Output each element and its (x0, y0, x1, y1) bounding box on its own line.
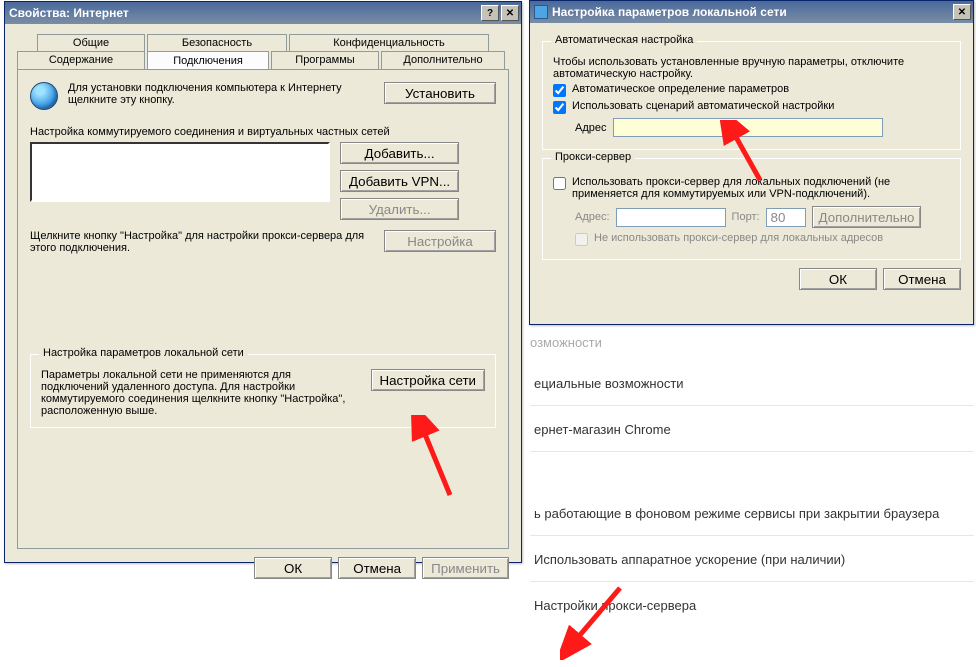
titlebar: Настройка параметров локальной сети ✕ (530, 1, 973, 23)
autoscript-input[interactable] (553, 101, 566, 114)
lan-text: Параметры локальной сети не применяются … (41, 369, 361, 417)
lan-groupbox: Настройка параметров локальной сети Пара… (30, 354, 496, 428)
window-icon (534, 5, 548, 19)
chrome-settings-background: озможности ециальные возможности ернет-м… (530, 335, 974, 627)
tab-content[interactable]: Содержание (17, 51, 145, 69)
tab-general[interactable]: Общие (37, 34, 145, 51)
autodetect-input[interactable] (553, 84, 566, 97)
ok-button[interactable]: ОК (254, 557, 332, 579)
add-button[interactable]: Добавить... (340, 142, 459, 164)
setup-text: Для установки подключения компьютера к И… (68, 82, 374, 106)
add-vpn-button[interactable]: Добавить VPN... (340, 170, 459, 192)
tab-advanced[interactable]: Дополнительно (381, 51, 505, 69)
chrome-row[interactable]: ернет-магазин Chrome (530, 406, 974, 452)
lan-settings-window: Настройка параметров локальной сети ✕ Ав… (529, 0, 974, 325)
globe-icon (30, 82, 58, 110)
tab-connections[interactable]: Подключения (147, 51, 269, 69)
dial-settings-button: Настройка (384, 230, 496, 252)
install-button[interactable]: Установить (384, 82, 496, 104)
chrome-row[interactable]: Использовать аппаратное ускорение (при н… (530, 536, 974, 582)
autodetect-checkbox[interactable]: Автоматическое определение параметров (553, 83, 950, 97)
auto-config-title: Автоматическая настройка (551, 34, 697, 46)
use-proxy-checkbox[interactable]: Использовать прокси-сервер для локальных… (553, 176, 950, 200)
dialup-vpn-label: Настройка коммутируемого соединения и ви… (30, 126, 496, 138)
address-label: Адрес (575, 122, 607, 134)
autoscript-address-input[interactable] (613, 118, 883, 137)
proxy-address-input (616, 208, 726, 227)
close-button[interactable]: ✕ (501, 5, 519, 21)
chrome-row[interactable]: ециальные возможности (530, 360, 974, 406)
ok-button[interactable]: ОК (799, 268, 877, 290)
close-button[interactable]: ✕ (953, 4, 971, 20)
cancel-button[interactable]: Отмена (883, 268, 961, 290)
auto-config-group: Автоматическая настройка Чтобы использов… (542, 41, 961, 150)
help-button[interactable]: ? (481, 5, 499, 21)
proxy-advanced-button: Дополнительно (812, 206, 922, 228)
window-title: Свойства: Интернет (9, 6, 129, 20)
proxy-group: Прокси-сервер Использовать прокси-сервер… (542, 158, 961, 260)
titlebar: Свойства: Интернет ? ✕ (5, 2, 521, 24)
bypass-local-input (575, 233, 588, 246)
tab-programs[interactable]: Программы (271, 51, 379, 69)
tab-privacy[interactable]: Конфиденциальность (289, 34, 489, 51)
bypass-local-checkbox: Не использовать прокси-сервер для локаль… (575, 232, 950, 246)
chrome-row[interactable]: ь работающие в фоновом режиме сервисы пр… (530, 490, 974, 536)
proxy-address-label: Адрес: (575, 211, 610, 223)
proxy-group-title: Прокси-сервер (551, 151, 635, 163)
proxy-port-input (766, 208, 806, 227)
apply-button: Применить (422, 557, 509, 579)
internet-properties-window: Свойства: Интернет ? ✕ Общие Безопасност… (4, 1, 522, 563)
chrome-section-heading: озможности (530, 335, 974, 350)
chrome-row-proxy[interactable]: Настройки прокси-сервера (530, 582, 974, 627)
auto-config-text: Чтобы использовать установленные вручную… (553, 56, 950, 80)
settings-hint: Щелкните кнопку "Настройка" для настройк… (30, 230, 374, 254)
tab-security[interactable]: Безопасность (147, 34, 287, 51)
lan-settings-button[interactable]: Настройка сети (371, 369, 486, 391)
lan-group-title: Настройка параметров локальной сети (39, 347, 248, 359)
use-proxy-input[interactable] (553, 177, 566, 190)
remove-button: Удалить... (340, 198, 459, 220)
autoscript-checkbox[interactable]: Использовать сценарий автоматической нас… (553, 100, 950, 114)
connections-list[interactable] (30, 142, 330, 202)
window-title: Настройка параметров локальной сети (552, 5, 787, 19)
cancel-button[interactable]: Отмена (338, 557, 416, 579)
proxy-port-label: Порт: (732, 211, 760, 223)
